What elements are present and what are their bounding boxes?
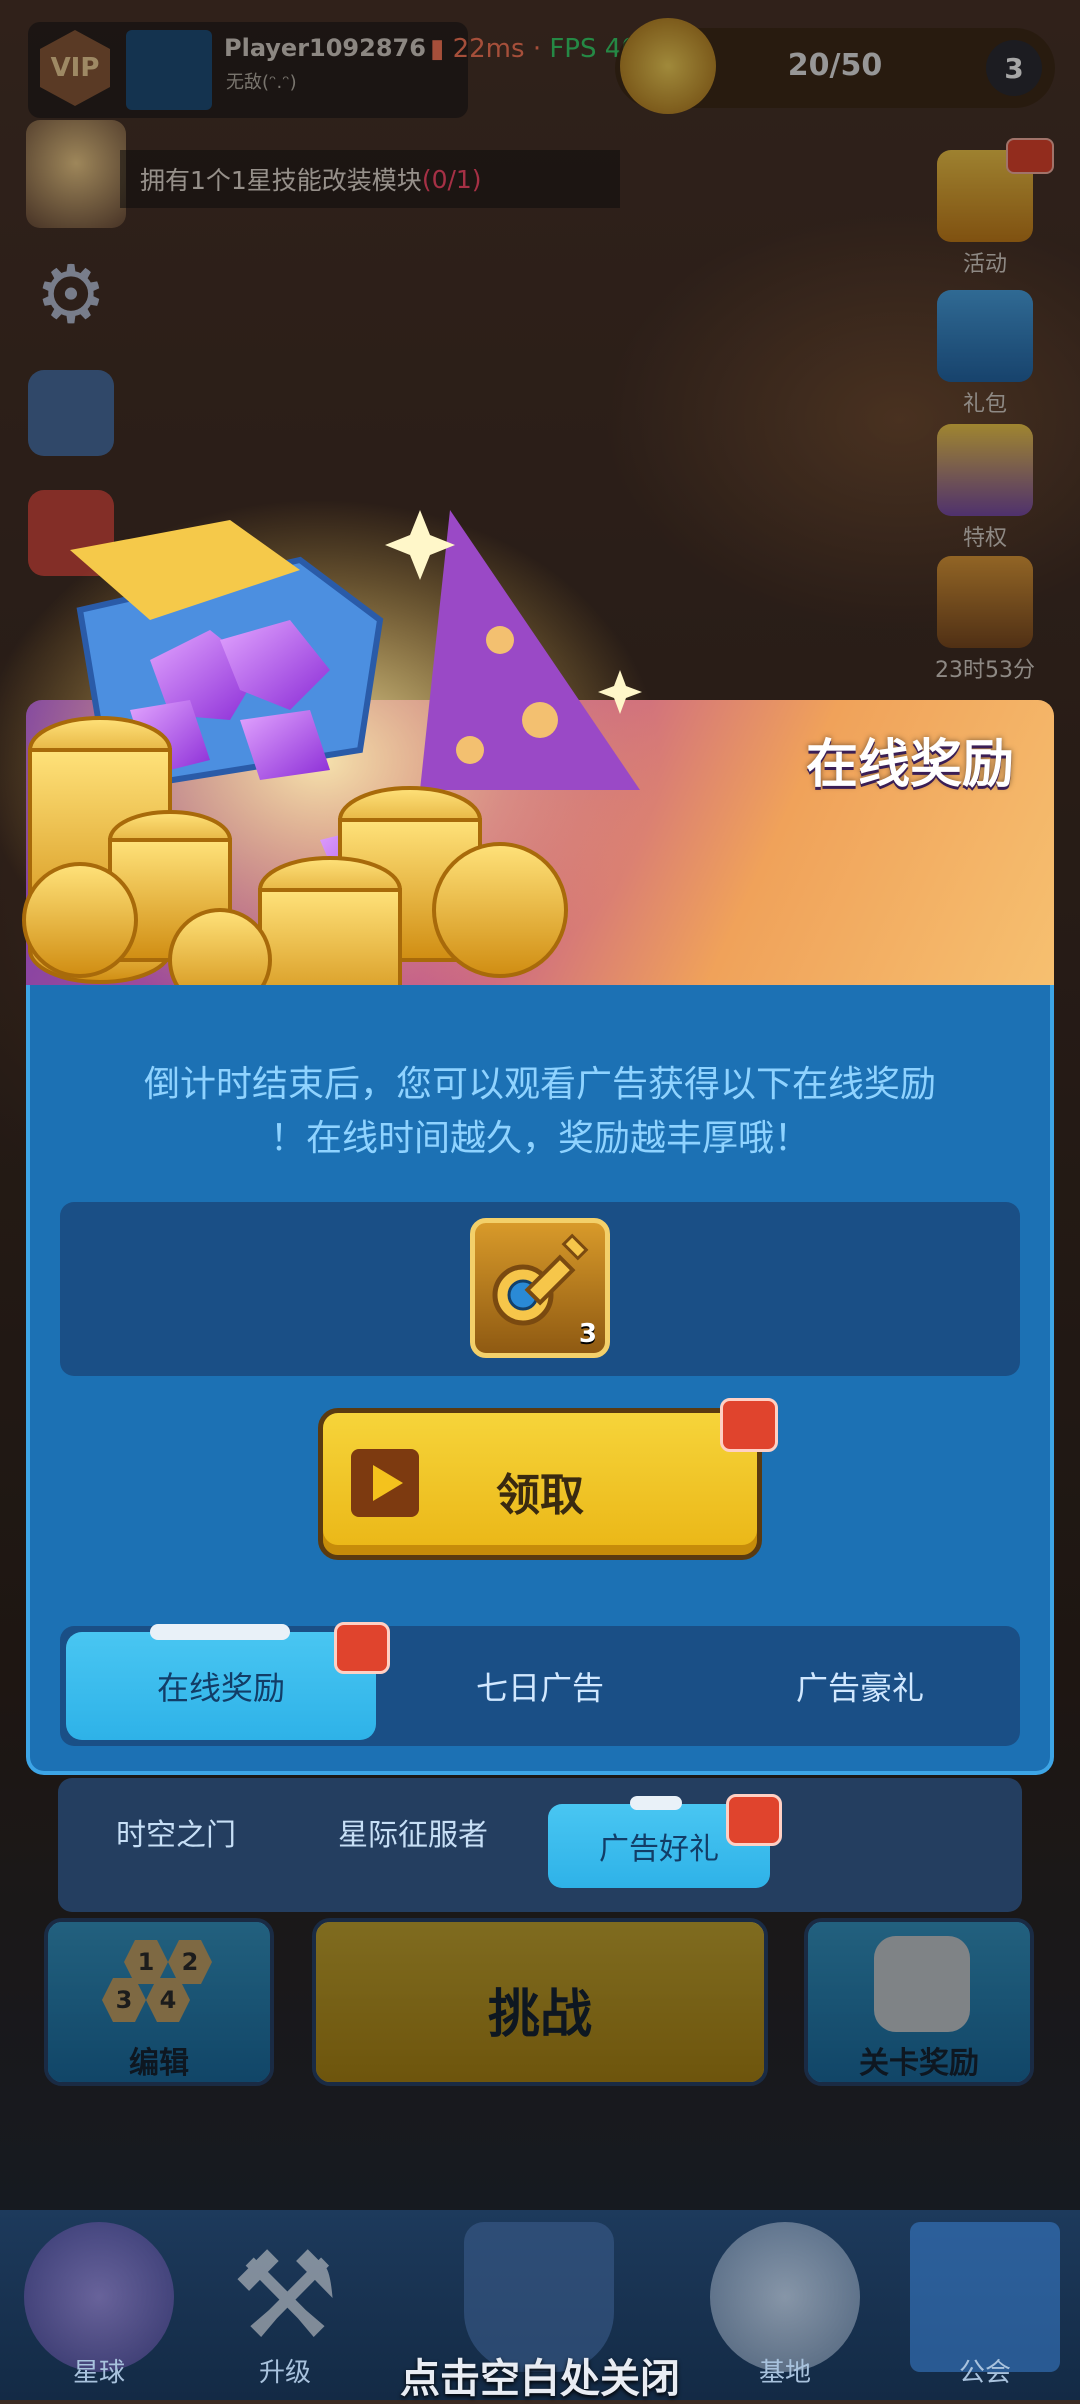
claim-button-label: 领取 [496,1470,584,1521]
claim-notification-dot [720,1398,778,1452]
treasure-chest-illustration [0,500,660,1044]
mode-notification-dot [726,1794,782,1846]
reward-key-item[interactable]: 3 [470,1218,610,1358]
popup-title: 在线奖励 [805,735,1014,795]
tab-seven-day-ads[interactable]: 七日广告 [380,1626,700,1746]
edit-button[interactable]: 1 2 3 4 编辑 [44,1918,274,2086]
claim-button[interactable]: 领取 [318,1408,762,1560]
tab-online-reward[interactable]: 在线奖励 [66,1632,376,1740]
tab-notification-dot [334,1622,390,1674]
stage-reward-button[interactable]: 关卡奖励 [804,1918,1034,2086]
mode-star-conqueror[interactable]: 星际征服者 [338,1810,488,1854]
reward-count: 3 [578,1319,597,1349]
mode-space-gate[interactable]: 时空之门 [116,1810,236,1854]
mode-active-indicator [630,1796,682,1810]
active-tab-indicator [150,1624,290,1640]
popup-description: 倒计时结束后，您可以观看广告获得以下在线奖励 ！在线时间越久，奖励越丰厚哦！ [143,1064,936,1159]
close-hint: 点击空白处关闭 [400,2356,680,2402]
challenge-button[interactable]: 挑战 [312,1918,768,2086]
tab-ad-gifts[interactable]: 广告豪礼 [700,1626,1020,1746]
